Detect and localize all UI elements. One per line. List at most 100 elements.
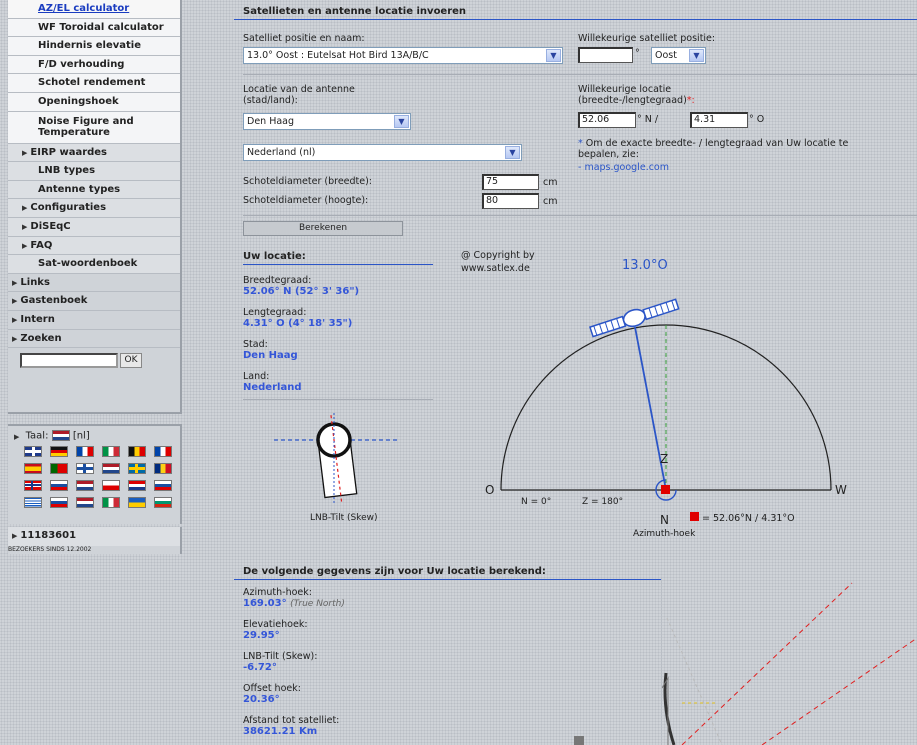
south-degree-label: Z = 180° xyxy=(582,497,623,507)
distance-result-value: 38621.21 Km xyxy=(243,726,318,737)
flag-gr-icon[interactable] xyxy=(24,496,42,508)
language-label-text: Taal: xyxy=(25,430,49,442)
flag-fr2-icon[interactable] xyxy=(154,445,172,457)
flag-ru-icon[interactable] xyxy=(50,479,68,491)
flag-be-icon[interactable] xyxy=(128,445,146,457)
results-title: De volgende gegevens zijn voor Uw locati… xyxy=(234,566,661,580)
flag-nl-icon[interactable] xyxy=(51,430,70,441)
search-input[interactable] xyxy=(20,353,118,369)
sidebar-item-sat-woordenboek[interactable]: Sat-woordenboek xyxy=(8,255,180,274)
azimuth-label: Azimuth-hoek xyxy=(633,529,696,539)
country-result-label: Land: xyxy=(243,371,270,382)
sidebar-item-label: FAQ xyxy=(30,239,53,251)
sidebar-item-label: Openingshoek xyxy=(38,95,119,107)
longitude-input[interactable]: 4.31 xyxy=(690,112,748,128)
sidebar-item-f-d-verhouding[interactable]: F/D verhouding xyxy=(8,55,180,75)
hint-star: * xyxy=(578,138,583,149)
sidebar-item-label: Antenne types xyxy=(38,183,121,195)
flag-se-icon[interactable] xyxy=(128,462,146,474)
degree-unit: ° xyxy=(635,48,640,59)
city-result-label: Stad: xyxy=(243,339,268,350)
dish-width-unit: cm xyxy=(543,177,558,188)
sidebar-item-intern[interactable]: ▶ Intern xyxy=(8,310,180,330)
flag-es-icon[interactable] xyxy=(24,462,42,474)
south-label-z: Z xyxy=(660,452,668,466)
sidebar-item-configuraties[interactable]: ▶ Configuraties xyxy=(8,199,180,218)
country-select-value: Nederland (nl) xyxy=(247,147,316,158)
flag-pt-icon[interactable] xyxy=(50,462,68,474)
flag-no-icon[interactable] xyxy=(24,479,42,491)
sidebar-item-label: Hindernis elevatie xyxy=(38,40,142,52)
flag-fr-icon[interactable] xyxy=(76,445,94,457)
dish-height-unit: cm xyxy=(543,196,558,207)
dish-height-input[interactable]: 80 xyxy=(482,193,539,209)
custom-satellite-input[interactable] xyxy=(578,47,633,63)
flag-sk-icon[interactable] xyxy=(154,479,172,491)
google-maps-link[interactable]: - maps.google.com xyxy=(578,162,669,173)
arrow-right-icon: ▶ xyxy=(22,241,28,250)
skew-result-value: -6.72° xyxy=(243,662,277,673)
sidebar-item-links[interactable]: ▶ Links xyxy=(8,273,180,293)
flag-it2-icon[interactable] xyxy=(102,496,120,508)
calculate-button[interactable]: Berekenen xyxy=(243,221,403,236)
latitude-input[interactable]: 52.06 xyxy=(578,112,636,128)
flag-gb-icon[interactable] xyxy=(24,445,42,457)
sidebar-item-zoeken[interactable]: ▶ Zoeken xyxy=(8,329,180,349)
country-select[interactable]: Nederland (nl) ▼ xyxy=(243,144,522,161)
sidebar-item-diseqc[interactable]: ▶ DiSEqC xyxy=(8,217,180,237)
arrow-right-icon: ▶ xyxy=(12,297,18,306)
azimuth-diagram: @ Copyright by www.satlex.de 13.0°O O W … xyxy=(461,250,847,539)
satellite-select[interactable]: 13.0° Oost : Eutelsat Hot Bird 13A/B/C ▼ xyxy=(243,47,563,64)
location-hint: * Om de exacte breedte- / lengtegraad va… xyxy=(578,138,878,160)
elevation-result-label: Elevatiehoek: xyxy=(243,619,308,630)
sidebar-menu: AZ/EL calculator WF Toroidal calculator Hi… xyxy=(8,0,182,415)
language-box: ▶ Taal: [nl] xyxy=(8,424,182,524)
flag-bg-icon[interactable] xyxy=(154,496,172,508)
divider xyxy=(243,215,917,216)
sidebar-item-hindernis-elevatie[interactable]: Hindernis elevatie xyxy=(8,37,180,56)
flag-nl2-icon[interactable] xyxy=(76,479,94,491)
sidebar-item-label: Sat-woordenboek xyxy=(38,258,138,270)
flag-fi-icon[interactable] xyxy=(76,462,94,474)
north-degree-label: N = 0° xyxy=(521,497,551,507)
direction-select[interactable]: Oost ▼ xyxy=(651,47,706,64)
satellite-position-label: 13.0°O xyxy=(622,258,668,273)
sidebar-item-gastenboek[interactable]: ▶ Gastenboek xyxy=(8,292,180,311)
west-east-label-o: O xyxy=(485,483,494,497)
flag-cz-icon[interactable] xyxy=(102,479,120,491)
flag-nl3-icon[interactable] xyxy=(76,496,94,508)
flag-si-icon[interactable] xyxy=(50,496,68,508)
flag-de-icon[interactable] xyxy=(50,445,68,457)
custom-location-label-2: (breedte-/lengtegraad)*: xyxy=(578,95,695,106)
flag-it-icon[interactable] xyxy=(102,445,120,457)
sidebar-item-faq[interactable]: ▶ FAQ xyxy=(8,236,180,256)
sidebar-item-openingshoek[interactable]: Openingshoek xyxy=(8,92,180,112)
dish-height-label: Schoteldiameter (hoogte): xyxy=(243,195,369,206)
sidebar: AZ/EL calculator WF Toroidal calculator Hi… xyxy=(0,0,213,745)
satellite-label: Satelliet positie en naam: xyxy=(243,33,365,44)
location-legend: = 52.06°N / 4.31°O xyxy=(702,513,795,524)
sidebar-item-noise-figure-and-temperature[interactable]: Noise Figure and Temperature xyxy=(8,111,180,144)
dish-width-input[interactable]: 75 xyxy=(482,174,539,190)
elevation-result-value: 29.95° xyxy=(243,630,280,641)
longitude-unit: ° O xyxy=(749,114,765,125)
reference-line xyxy=(666,617,723,745)
flag-hr-icon[interactable] xyxy=(128,479,146,491)
flag-ua-icon[interactable] xyxy=(128,496,146,508)
copyright-line-2: www.satlex.de xyxy=(461,263,530,274)
city-select[interactable]: Den Haag ▼ xyxy=(243,113,411,130)
sidebar-item-schotel-rendement[interactable]: Schotel rendement xyxy=(8,74,180,93)
legend-marker xyxy=(690,512,699,521)
sidebar-item-label: Noise Figure and Temperature xyxy=(38,115,134,138)
sidebar-item-wf-toroidal-calculator[interactable]: WF Toroidal calculator xyxy=(8,18,180,38)
arrow-right-icon: ▶ xyxy=(22,204,28,213)
search-ok-button[interactable]: OK xyxy=(120,353,142,369)
flag-ro-icon[interactable] xyxy=(154,462,172,474)
sidebar-item-az-el-calculator[interactable]: AZ/EL calculator xyxy=(8,0,180,19)
your-location-title: Uw locatie: xyxy=(243,251,433,265)
sidebar-item-lnb-types[interactable]: LNB types xyxy=(8,162,180,181)
copyright-line-1: @ Copyright by xyxy=(461,250,535,261)
sidebar-item-eirp-waardes[interactable]: ▶ EIRP waardes xyxy=(8,143,180,163)
sidebar-item-antenne-types[interactable]: Antenne types xyxy=(8,180,180,200)
flag-nl-icon[interactable] xyxy=(102,462,120,474)
